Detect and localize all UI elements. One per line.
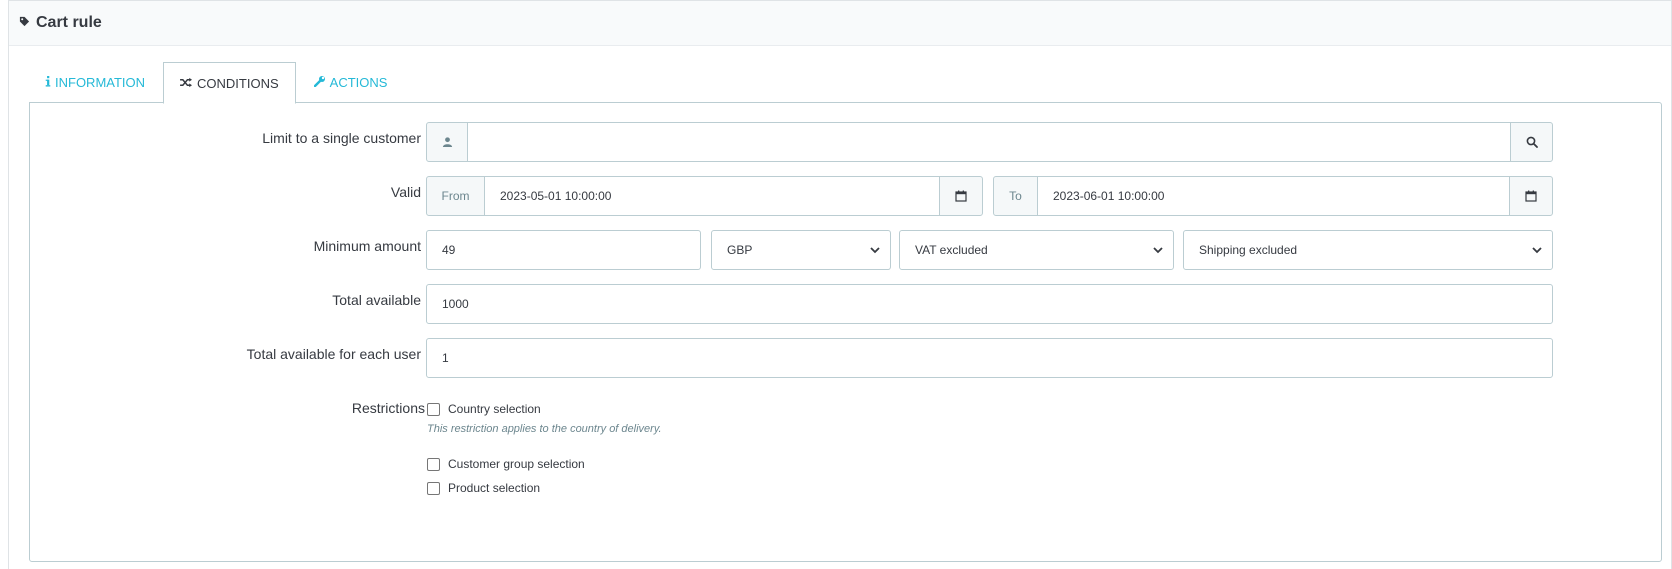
tab-actions-label: ACTIONS — [329, 75, 388, 90]
cart-rule-panel: Cart rule INFORMATION CONDITIONS ACTIONS… — [8, 0, 1672, 569]
customer-group-restriction-checkbox[interactable] — [427, 457, 440, 471]
calendar-icon[interactable] — [1509, 176, 1553, 216]
total-available-label: Total available — [332, 292, 421, 308]
search-icon[interactable] — [1510, 122, 1553, 162]
total-per-user-label: Total available for each user — [246, 346, 421, 362]
tab-actions[interactable]: ACTIONS — [298, 62, 404, 103]
calendar-icon[interactable] — [939, 176, 983, 216]
chevron-down-icon — [1532, 243, 1542, 257]
restrictions-label: Restrictions — [351, 400, 425, 416]
valid-to-group: To 2023-06-01 10:00:00 — [993, 176, 1553, 216]
chevron-down-icon — [1153, 243, 1163, 257]
wrench-icon — [313, 75, 330, 90]
tax-select[interactable]: VAT excluded — [899, 230, 1174, 270]
tab-information[interactable]: INFORMATION — [29, 62, 161, 103]
country-restriction-checkbox[interactable] — [427, 402, 440, 416]
currency-select-value: GBP — [727, 243, 753, 257]
shipping-select[interactable]: Shipping excluded — [1183, 230, 1553, 270]
conditions-form: Limit to a single customer Valid From 20… — [29, 102, 1662, 562]
country-restriction-option[interactable]: Country selection — [427, 402, 541, 416]
tab-conditions[interactable]: CONDITIONS — [163, 62, 296, 104]
product-restriction-label: Product selection — [448, 481, 541, 495]
tab-information-label: INFORMATION — [55, 75, 146, 90]
total-available-input[interactable]: 1000 — [426, 284, 1553, 324]
valid-label: Valid — [390, 184, 421, 200]
tag-icon — [19, 14, 36, 32]
country-restriction-label: Country selection — [448, 402, 541, 416]
shuffle-icon — [180, 76, 197, 91]
valid-from-addon: From — [426, 176, 485, 216]
panel-title: Cart rule — [36, 14, 102, 31]
tax-select-value: VAT excluded — [915, 243, 988, 257]
tab-conditions-label: CONDITIONS — [197, 75, 279, 91]
valid-from-input[interactable]: 2023-05-01 10:00:00 — [485, 176, 939, 216]
chevron-down-icon — [870, 243, 880, 257]
valid-to-addon: To — [993, 176, 1038, 216]
product-restriction-checkbox[interactable] — [427, 481, 440, 495]
user-icon — [426, 122, 468, 162]
currency-select[interactable]: GBP — [711, 230, 891, 270]
tab-bar: INFORMATION CONDITIONS ACTIONS — [29, 62, 405, 104]
customer-field-group — [426, 122, 1553, 162]
panel-heading: Cart rule — [9, 1, 1671, 46]
minimum-amount-label: Minimum amount — [313, 238, 421, 254]
customer-group-restriction-label: Customer group selection — [448, 457, 585, 471]
product-restriction-option[interactable]: Product selection — [427, 481, 540, 495]
info-icon — [45, 75, 55, 90]
minimum-amount-input[interactable]: 49 — [426, 230, 701, 270]
country-restriction-help: This restriction applies to the country … — [427, 423, 662, 435]
total-per-user-input[interactable]: 1 — [426, 338, 1553, 378]
customer-label: Limit to a single customer — [262, 130, 421, 146]
customer-search-input[interactable] — [468, 122, 1510, 162]
valid-to-input[interactable]: 2023-06-01 10:00:00 — [1038, 176, 1509, 216]
shipping-select-value: Shipping excluded — [1199, 243, 1298, 257]
customer-group-restriction-option[interactable]: Customer group selection — [427, 457, 585, 471]
valid-from-group: From 2023-05-01 10:00:00 — [426, 176, 983, 216]
